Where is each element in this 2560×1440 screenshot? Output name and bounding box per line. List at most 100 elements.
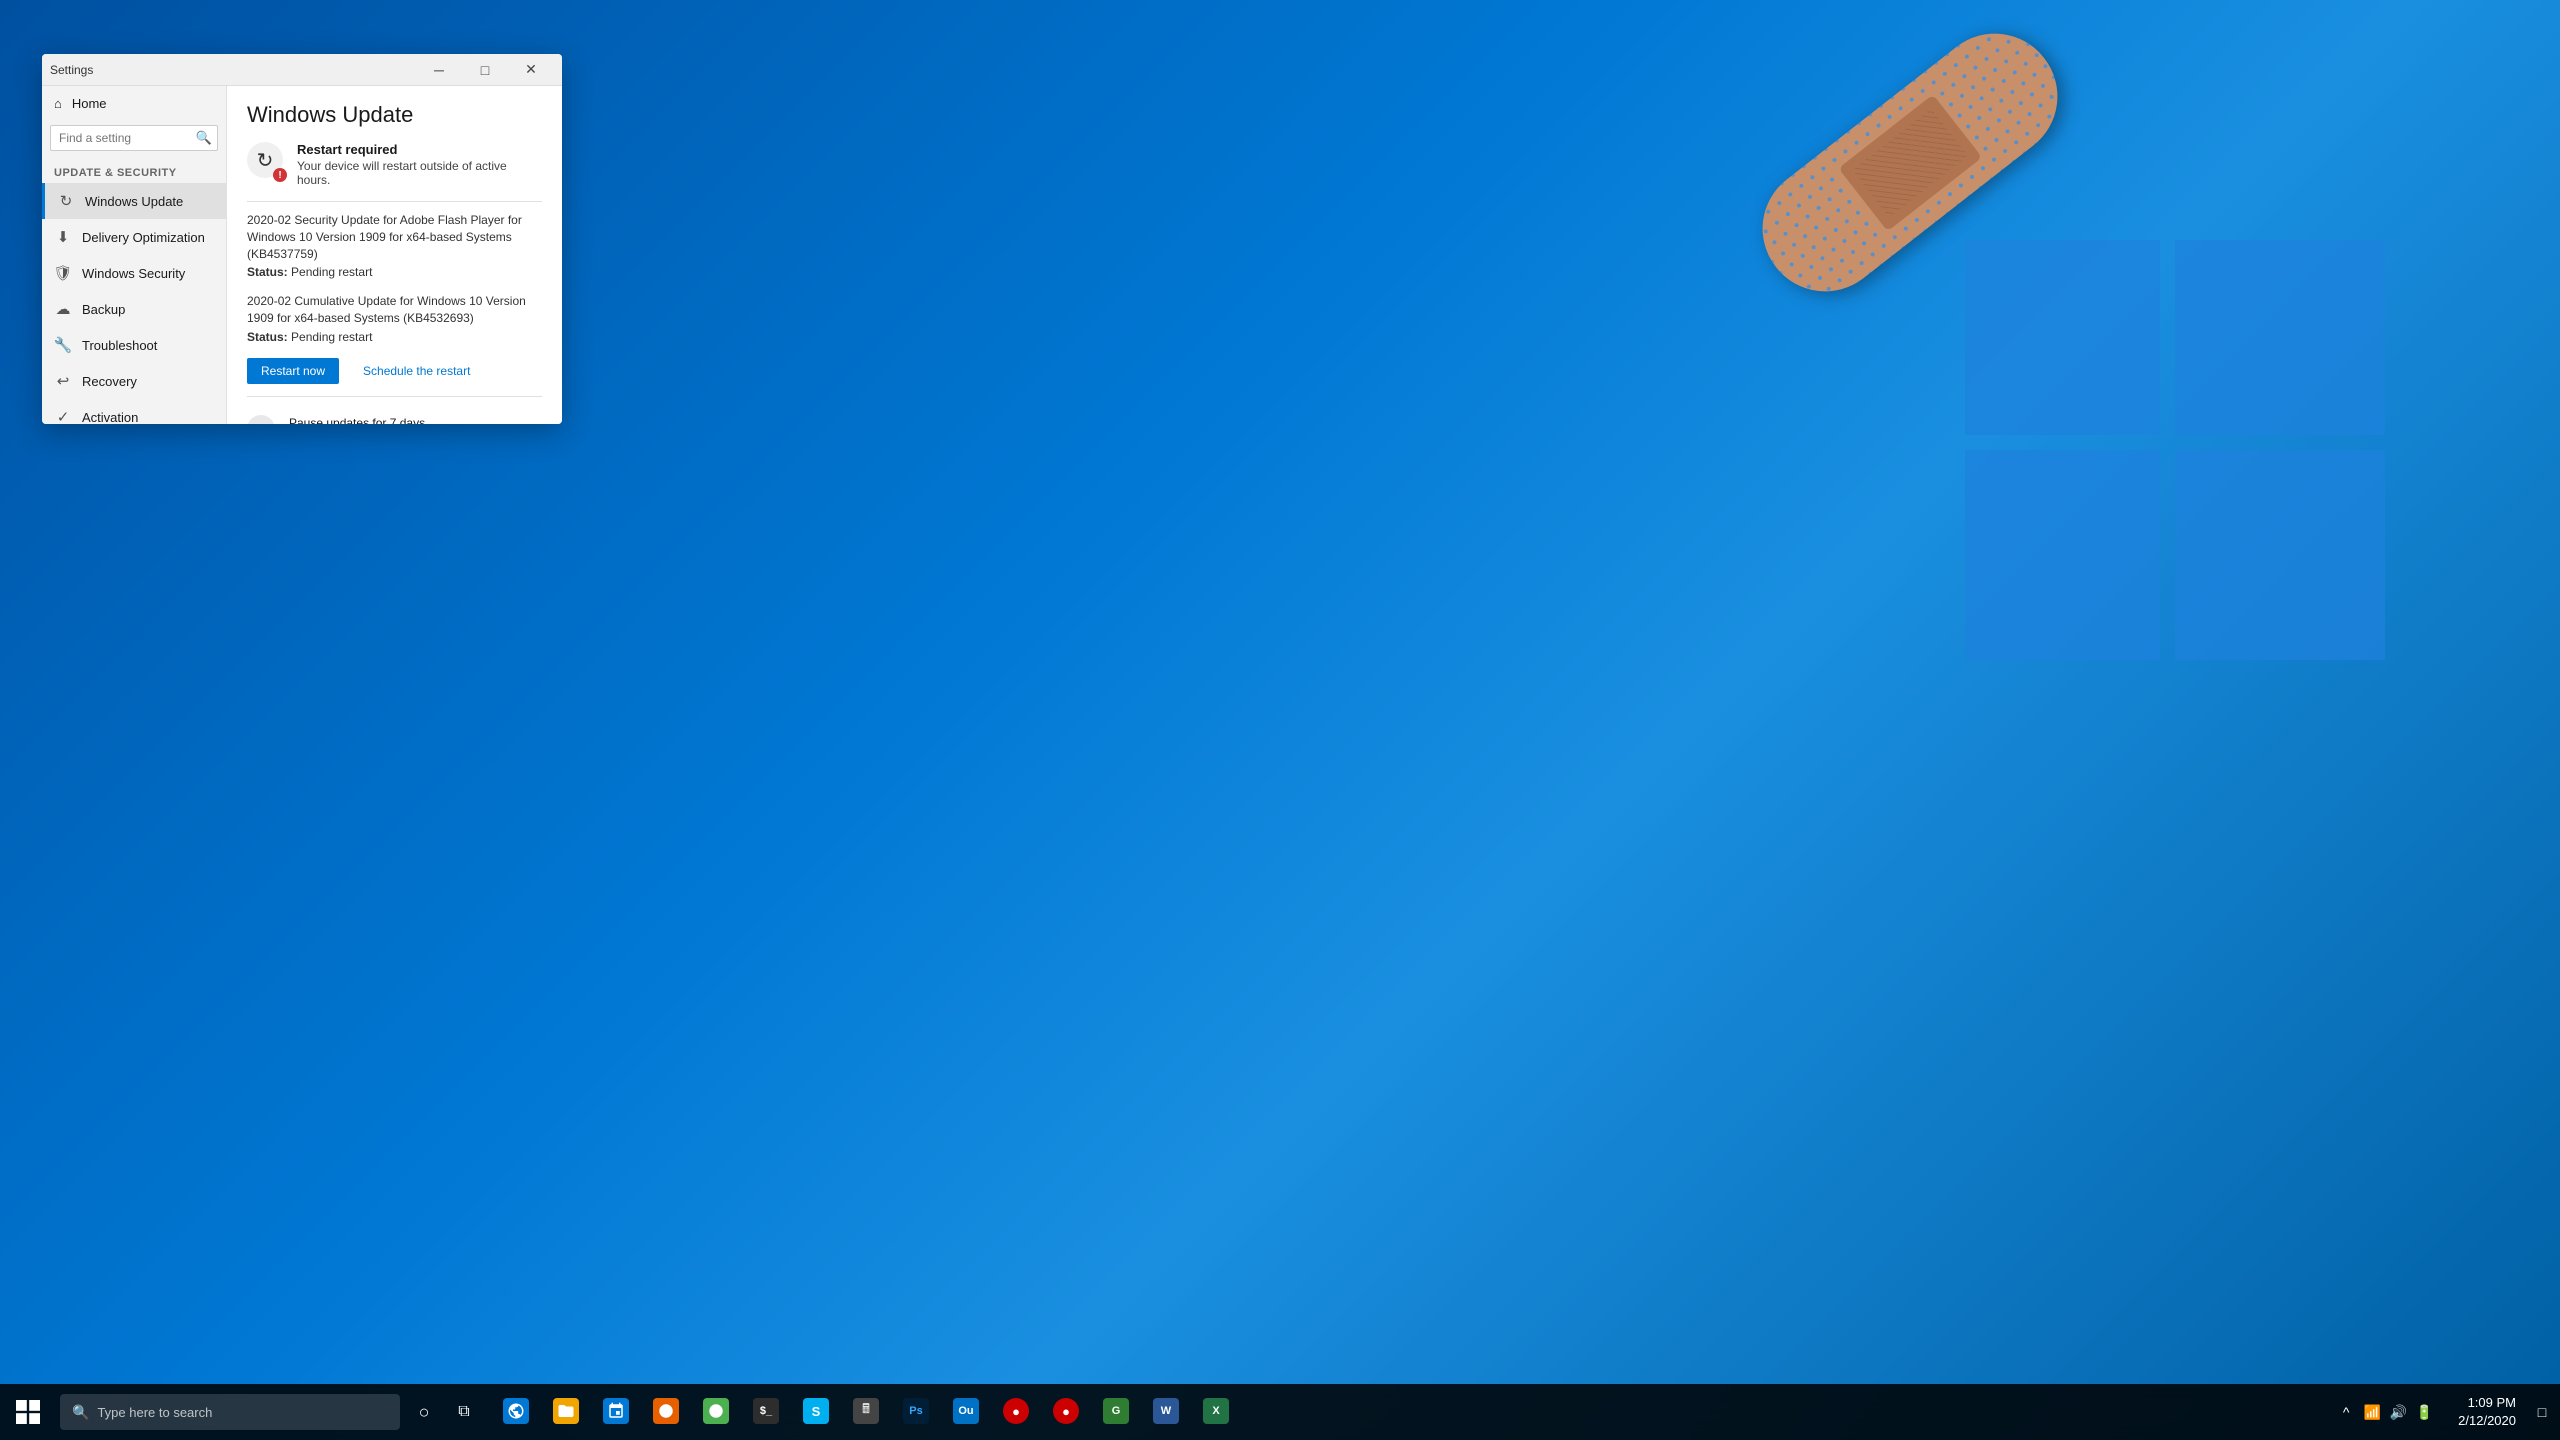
start-button[interactable] <box>0 1384 56 1440</box>
taskbar-app-file-explorer[interactable] <box>542 1388 590 1436</box>
volume-icon[interactable]: 🔊 <box>2388 1402 2408 1422</box>
restart-warning-badge: ! <box>273 168 287 182</box>
battery-icon[interactable]: 🔋 <box>2414 1402 2434 1422</box>
sidebar-item-label: Troubleshoot <box>82 338 157 353</box>
notification-icon[interactable]: □ <box>2532 1402 2552 1422</box>
update-1-status: Status: Pending restart <box>247 264 542 281</box>
word-icon: W <box>1153 1398 1179 1424</box>
windows-security-icon: 🛡 <box>54 264 72 282</box>
update-1-status-value: Pending restart <box>291 265 372 279</box>
divider-1 <box>247 201 542 202</box>
tray-icons: ^ 📶 🔊 🔋 <box>2328 1402 2442 1422</box>
sidebar-item-label: Windows Security <box>82 266 185 281</box>
recovery-icon: ↩ <box>54 372 72 390</box>
taskbar-app-wsl[interactable]: $_ <box>742 1388 790 1436</box>
sidebar-item-label: Backup <box>82 302 125 317</box>
main-content: Windows Update ↻ ! Restart required Your… <box>227 86 562 424</box>
update-1-status-label: Status: <box>247 265 288 279</box>
taskbar-search-text: Type here to search <box>97 1405 212 1420</box>
outlook-icon: Ou <box>953 1398 979 1424</box>
page-title: Windows Update <box>247 102 542 128</box>
search-icon: 🔍 <box>196 130 212 146</box>
skype-icon: S <box>803 1398 829 1424</box>
task-view-button[interactable]: ⧉ <box>444 1392 484 1432</box>
sidebar-item-backup[interactable]: ☁ Backup <box>42 291 226 327</box>
update-2-status-value: Pending restart <box>291 330 372 344</box>
system-tray: ^ 📶 🔊 🔋 1:09 PM 2/12/2020 □ <box>2328 1394 2560 1430</box>
edge-icon <box>503 1398 529 1424</box>
update-item-2: 2020-02 Cumulative Update for Windows 10… <box>247 293 542 345</box>
cortana-button[interactable]: ○ <box>404 1392 444 1432</box>
restart-banner: ↻ ! Restart required Your device will re… <box>247 142 542 187</box>
restart-text: Restart required Your device will restar… <box>297 142 542 187</box>
restart-subtitle: Your device will restart outside of acti… <box>297 159 542 187</box>
sidebar-item-activation[interactable]: ✓ Activation <box>42 399 226 424</box>
maximize-button[interactable]: □ <box>462 54 508 86</box>
wsl-icon: $_ <box>753 1398 779 1424</box>
taskbar-app-skype[interactable]: S <box>792 1388 840 1436</box>
option-pause-updates[interactable]: ⏸ Pause updates for 7 days Visit Advance… <box>247 407 542 424</box>
desktop-windows-logo <box>1965 240 2385 665</box>
red1-icon: ● <box>1003 1398 1029 1424</box>
windows-update-icon: ↻ <box>57 192 75 210</box>
chrome-icon <box>703 1398 729 1424</box>
sidebar-search-container: 🔍 <box>50 125 218 151</box>
taskbar-clock[interactable]: 1:09 PM 2/12/2020 <box>2446 1394 2528 1430</box>
update-2-status: Status: Pending restart <box>247 329 542 346</box>
sidebar-item-label: Delivery Optimization <box>82 230 205 245</box>
action-buttons: Restart now Schedule the restart <box>247 358 542 384</box>
update-1-text: 2020-02 Security Update for Adobe Flash … <box>247 212 542 262</box>
sidebar-item-label: Recovery <box>82 374 137 389</box>
red2-icon: ● <box>1053 1398 1079 1424</box>
taskbar: 🔍 Type here to search ○ ⧉ <box>0 1384 2560 1440</box>
taskbar-app-firefox[interactable] <box>642 1388 690 1436</box>
taskbar-app-store[interactable] <box>592 1388 640 1436</box>
home-icon: ⌂ <box>54 96 62 111</box>
sidebar-section-label: Update & Security <box>42 159 226 183</box>
taskbar-apps: $_ S 🖩 Ps <box>492 1388 1240 1436</box>
taskbar-app-outlook[interactable]: Ou <box>942 1388 990 1436</box>
taskbar-app-photoshop[interactable]: Ps <box>892 1388 940 1436</box>
sidebar-item-label: Windows Update <box>85 194 183 209</box>
sidebar-item-windows-security[interactable]: 🛡 Windows Security <box>42 255 226 291</box>
troubleshoot-icon: 🔧 <box>54 336 72 354</box>
chevron-up-icon[interactable]: ^ <box>2336 1402 2356 1422</box>
update-2-status-label: Status: <box>247 330 288 344</box>
taskbar-app-red1[interactable]: ● <box>992 1388 1040 1436</box>
file-explorer-icon <box>553 1398 579 1424</box>
taskbar-app-excel[interactable]: X <box>1192 1388 1240 1436</box>
taskbar-app-calculator[interactable]: 🖩 <box>842 1388 890 1436</box>
pause-updates-text: Pause updates for 7 days Visit Advanced … <box>289 416 536 424</box>
cortana-icon: ○ <box>419 1402 430 1423</box>
sidebar-item-label: Activation <box>82 410 138 425</box>
sidebar-item-delivery-optimization[interactable]: ⬇ Delivery Optimization <box>42 219 226 255</box>
taskbar-app-chrome[interactable] <box>692 1388 740 1436</box>
clock-date: 2/12/2020 <box>2458 1412 2516 1430</box>
pause-updates-title: Pause updates for 7 days <box>289 416 536 424</box>
sidebar-home[interactable]: ⌂ Home <box>42 86 226 121</box>
desktop: Settings ─ □ ✕ ⌂ Home 🔍 Update & Securit… <box>0 0 2560 1440</box>
close-button[interactable]: ✕ <box>508 54 554 86</box>
divider-2 <box>247 396 542 397</box>
sidebar: ⌂ Home 🔍 Update & Security ↻ Windows Upd… <box>42 86 227 424</box>
taskbar-app-word[interactable]: W <box>1142 1388 1190 1436</box>
store-icon <box>603 1398 629 1424</box>
restart-icon-container: ↻ ! <box>247 142 285 180</box>
firefox-icon <box>653 1398 679 1424</box>
sidebar-item-windows-update[interactable]: ↻ Windows Update <box>42 183 226 219</box>
backup-icon: ☁ <box>54 300 72 318</box>
sidebar-item-troubleshoot[interactable]: 🔧 Troubleshoot <box>42 327 226 363</box>
minimize-button[interactable]: ─ <box>416 54 462 86</box>
network-icon[interactable]: 📶 <box>2362 1402 2382 1422</box>
schedule-restart-button[interactable]: Schedule the restart <box>349 358 484 384</box>
taskbar-search-bar[interactable]: 🔍 Type here to search <box>60 1394 400 1430</box>
restart-now-button[interactable]: Restart now <box>247 358 339 384</box>
taskbar-app-green[interactable]: G <box>1092 1388 1140 1436</box>
sidebar-search-input[interactable] <box>50 125 218 151</box>
pause-updates-icon: ⏸ <box>247 415 275 424</box>
sidebar-item-recovery[interactable]: ↩ Recovery <box>42 363 226 399</box>
settings-body: ⌂ Home 🔍 Update & Security ↻ Windows Upd… <box>42 86 562 424</box>
taskbar-app-edge[interactable] <box>492 1388 540 1436</box>
taskbar-app-red2[interactable]: ● <box>1042 1388 1090 1436</box>
restart-required-heading: Restart required <box>297 142 542 157</box>
